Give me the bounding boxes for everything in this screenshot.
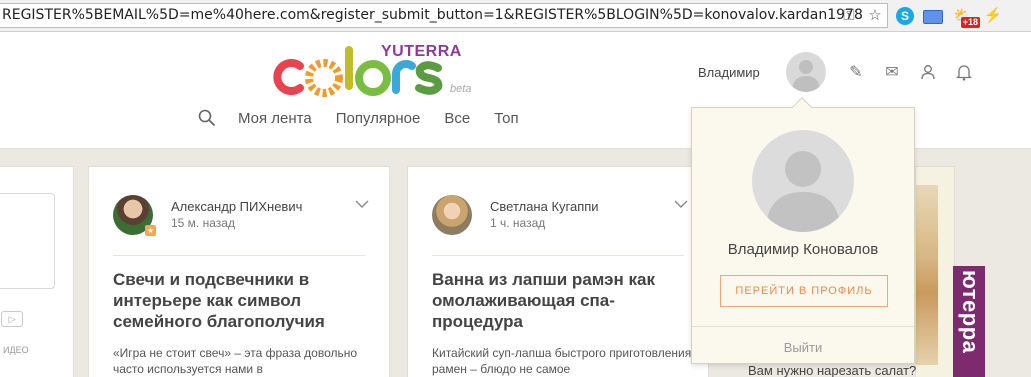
header-user-avatar[interactable] <box>786 52 826 92</box>
post-card[interactable]: ★ Александр ПИХневич 15 м. назад Свечи и… <box>88 166 390 377</box>
main-nav: Моя лента Популярное Все Топ <box>198 107 519 129</box>
post-title[interactable]: Ванна из лапши рамэн как омолаживающая с… <box>432 269 692 332</box>
user-dropdown: Владимир Коновалов ПЕРЕЙТИ В ПРОФИЛЬ Вый… <box>691 97 915 364</box>
bell-icon[interactable] <box>953 62 975 82</box>
logo-beta: beta <box>450 83 472 95</box>
post-time: 1 ч. назад <box>490 216 546 230</box>
extension-icons: S ⛅ +18 ⚡ <box>896 4 1004 28</box>
video-label: ИДЕО <box>3 345 29 355</box>
browser-toolbar: REGISTER%5BEMAIL%5D=me%40here.com&regist… <box>0 0 1031 32</box>
nav-top[interactable]: Топ <box>494 110 518 127</box>
post-card[interactable]: Светлана Кугаппи 1 ч. назад Ванна из лап… <box>407 166 709 377</box>
pencil-icon[interactable]: ✎ <box>845 62 867 82</box>
post-author[interactable]: Светлана Кугаппи <box>490 199 599 214</box>
bookmark-badge-icon: ★ <box>145 225 156 236</box>
post-author[interactable]: Александр ПИХневич <box>171 199 302 214</box>
header-user-name[interactable]: Владимир <box>698 65 760 80</box>
author-avatar[interactable] <box>432 195 472 235</box>
address-bar[interactable]: REGISTER%5BEMAIL%5D=me%40here.com&regist… <box>0 3 888 28</box>
post-title-partial[interactable]: Вам нужно нарезать салат? <box>748 363 916 377</box>
logo-brand: YUTERRA <box>381 43 462 60</box>
site-logo[interactable]: YUTERRA beta colors <box>272 40 482 100</box>
mail-icon[interactable]: ✉ <box>881 62 903 82</box>
card-divider <box>432 255 684 256</box>
header-actions: ✎ ✉ <box>845 62 975 82</box>
chevron-down-icon[interactable] <box>355 197 369 211</box>
lightning-icon[interactable]: ⚡ <box>982 4 1004 26</box>
nav-all[interactable]: Все <box>444 110 470 127</box>
star-icon[interactable]: ☆ <box>864 4 886 26</box>
post-thumbnail[interactable] <box>916 185 938 365</box>
search-icon[interactable] <box>198 109 216 127</box>
chevron-down-icon[interactable] <box>674 197 688 211</box>
post-title[interactable]: Свечи и подсвечники в интерьере как симв… <box>113 269 373 332</box>
logout-link[interactable]: Выйти <box>692 340 914 355</box>
dropdown-full-name: Владимир Коновалов <box>727 241 879 258</box>
nav-my-feed[interactable]: Моя лента <box>238 110 312 127</box>
extension-badge: +18 <box>960 17 980 28</box>
nav-popular[interactable]: Популярное <box>336 110 421 127</box>
card-divider <box>113 255 365 256</box>
side-banner-text: ютерра <box>958 270 983 354</box>
side-banner[interactable]: ютерра <box>953 266 985 377</box>
weather-extension-icon[interactable]: ⛅ +18 <box>952 4 980 28</box>
partial-card-left[interactable]: ▷ ИДЕО <box>0 166 74 377</box>
keyboard-icon[interactable] <box>922 4 944 26</box>
skype-icon[interactable]: S <box>896 7 914 25</box>
key-icon[interactable]: ⚿ <box>838 4 860 26</box>
user-icon[interactable] <box>917 62 939 82</box>
dropdown-avatar[interactable] <box>752 130 854 232</box>
post-time: 15 м. назад <box>171 216 235 230</box>
address-bar-icons: ⚿ ☆ <box>838 4 886 26</box>
play-icon[interactable]: ▷ <box>1 311 23 327</box>
partial-card-right[interactable] <box>915 166 955 377</box>
go-to-profile-button[interactable]: ПЕРЕЙТИ В ПРОФИЛЬ <box>720 275 888 307</box>
video-frame <box>0 193 55 289</box>
post-excerpt: «Игра не стоит свеч» – эта фраза довольн… <box>113 346 358 376</box>
post-excerpt: Китайский суп-лапша быстрого приготовлен… <box>432 346 692 376</box>
dropdown-divider <box>692 326 914 327</box>
